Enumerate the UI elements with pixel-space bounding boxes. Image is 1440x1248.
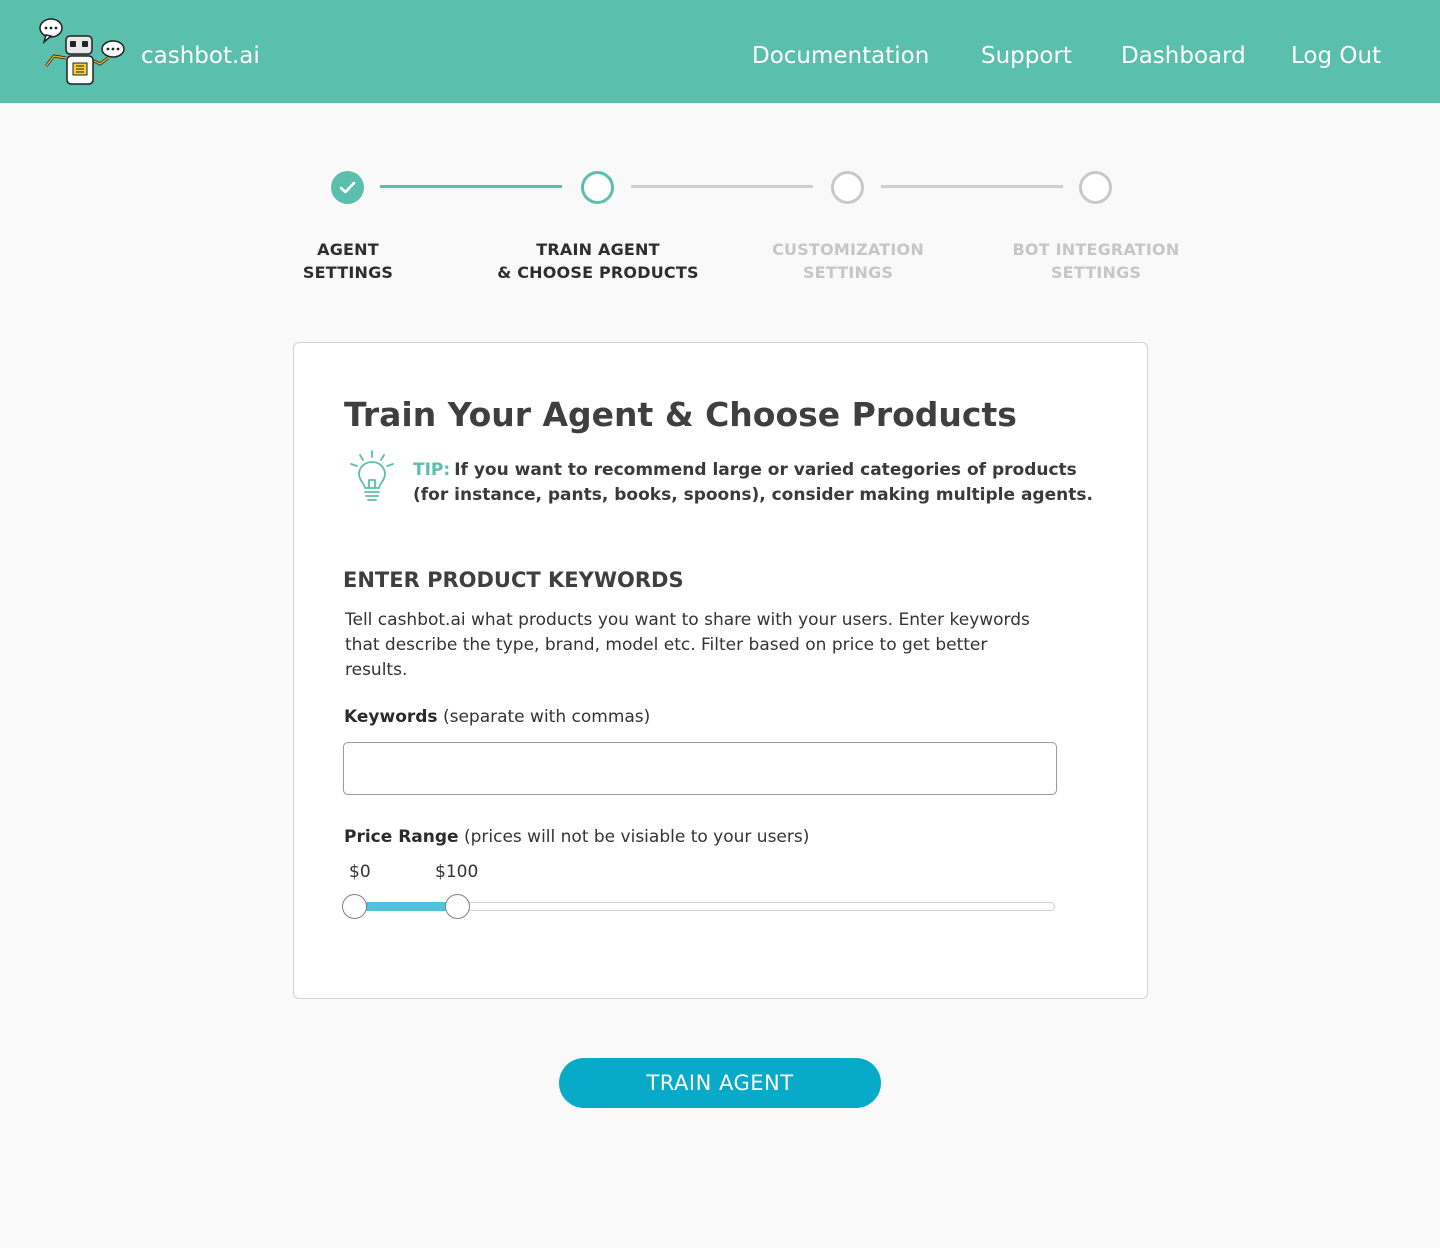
price-min-value: $0 xyxy=(349,862,371,882)
tip-label: TIP: xyxy=(413,460,451,480)
nav-documentation[interactable]: Documentation xyxy=(752,42,929,70)
price-slider-min-handle[interactable] xyxy=(342,894,367,919)
price-range-label: Price Range (prices will not be visiable… xyxy=(344,827,810,847)
page-title: Train Your Agent & Choose Products xyxy=(344,395,1017,434)
nav-log-out[interactable]: Log Out xyxy=(1291,42,1381,70)
step-connector-1 xyxy=(380,185,562,188)
step-2-circle xyxy=(581,171,614,204)
tip-body: If you want to recommend large or varied… xyxy=(413,460,1093,505)
train-agent-card: Train Your Agent & Choose Products TIP: I… xyxy=(293,342,1148,999)
step-1-circle xyxy=(331,171,364,204)
step-4-circle xyxy=(1079,171,1112,204)
train-agent-button[interactable]: TRAIN AGENT xyxy=(559,1058,881,1108)
check-icon xyxy=(339,181,356,194)
price-slider-range xyxy=(355,902,457,911)
price-slider-max-handle[interactable] xyxy=(445,894,470,919)
step-4-label: BOT INTEGRATION SETTINGS xyxy=(1012,240,1180,282)
step-3-label: CUSTOMIZATION SETTINGS xyxy=(772,240,924,282)
lightbulb-icon xyxy=(350,450,394,501)
section-description: Tell cashbot.ai what products you want t… xyxy=(345,610,1030,680)
step-2-label: TRAIN AGENT & CHOOSE PRODUCTS xyxy=(497,240,699,282)
keywords-input[interactable] xyxy=(343,742,1057,795)
keywords-label: Keywords (separate with commas) xyxy=(344,707,651,727)
step-1-label: AGENT SETTINGS xyxy=(302,240,394,282)
section-heading: ENTER PRODUCT KEYWORDS xyxy=(343,568,684,592)
step-connector-3 xyxy=(881,185,1063,188)
tip-message: TIP: If you want to recommend large or va… xyxy=(413,458,1093,508)
price-max-value: $100 xyxy=(435,862,479,882)
robot-logo-icon[interactable] xyxy=(36,16,128,88)
nav-support[interactable]: Support xyxy=(981,42,1072,70)
step-3-circle xyxy=(831,171,864,204)
step-connector-2 xyxy=(631,185,813,188)
nav-dashboard[interactable]: Dashboard xyxy=(1121,42,1246,70)
top-navbar: cashbot.ai Documentation Support Dashboa… xyxy=(0,0,1440,103)
brand-name[interactable]: cashbot.ai xyxy=(141,42,260,70)
